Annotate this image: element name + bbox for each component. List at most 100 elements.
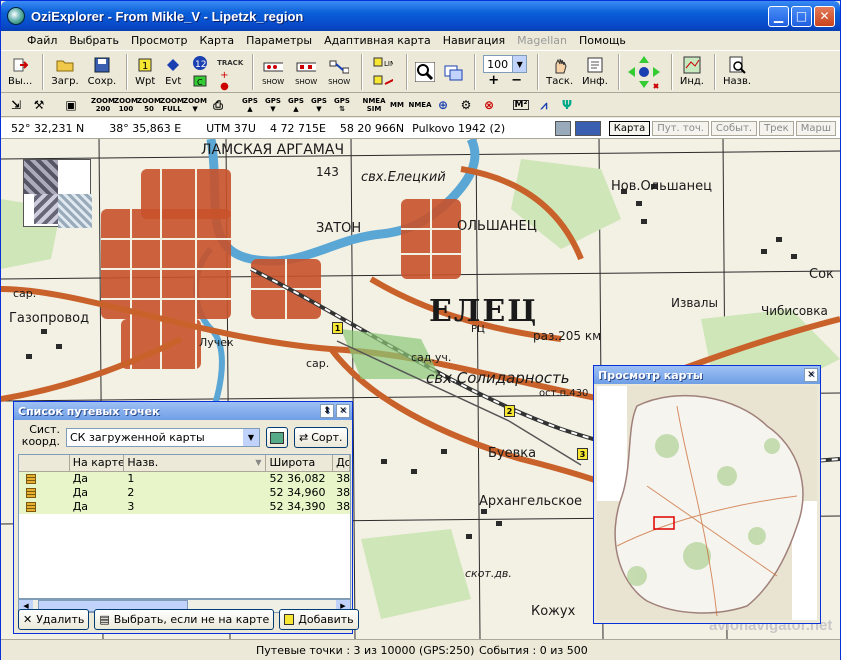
menu-file[interactable]: Файл xyxy=(21,34,63,47)
maximize-button[interactable]: □ xyxy=(791,5,812,27)
event-button[interactable]: Evt xyxy=(161,52,185,92)
task-button[interactable]: Таск. xyxy=(543,52,576,92)
zoom-out-icon[interactable]: − xyxy=(511,73,522,88)
exit-button[interactable]: Вы... xyxy=(5,52,35,92)
menu-settings[interactable]: Параметры xyxy=(240,34,318,47)
preview-close-button[interactable]: ✕ xyxy=(804,368,818,382)
menu-select[interactable]: Выбрать xyxy=(63,34,125,47)
names-button[interactable]: Назв. xyxy=(720,52,754,92)
column-header-onmap[interactable]: На карте xyxy=(70,455,125,471)
zoom-tool-button[interactable] xyxy=(412,52,438,92)
preview-panel-titlebar[interactable]: Просмотр карты ✕ xyxy=(594,366,820,384)
column-header-lat[interactable]: Широта xyxy=(266,455,334,471)
tab-events[interactable]: Событ. xyxy=(710,120,758,136)
pan-control[interactable] xyxy=(624,52,664,92)
gps-down-button[interactable]: GPS ▼ xyxy=(262,95,284,115)
close-button[interactable]: ✕ xyxy=(814,5,835,27)
waypoint-panel-titlebar[interactable]: Список путевых точек ⇕ ✕ xyxy=(14,402,352,420)
zoom-level-control: 100 ▼ + − xyxy=(480,52,530,92)
delete-button[interactable]: ✕ Удалить xyxy=(18,609,90,630)
map-window-icon: ▣ xyxy=(65,97,77,112)
menu-adaptive-map[interactable]: Адаптивная карта xyxy=(318,34,437,47)
map-preview-panel: Просмотр карты ✕ xyxy=(593,365,821,624)
nmea-sim-button[interactable]: NMEA SIM xyxy=(362,95,385,115)
gps-up2-button[interactable]: GPS ▲ xyxy=(285,95,307,115)
gps-up-button[interactable]: GPS ▲ xyxy=(239,95,261,115)
gps-down2-button[interactable]: GPS ▼ xyxy=(308,95,330,115)
panel-close-button[interactable]: ✕ xyxy=(336,404,350,418)
menu-view[interactable]: Просмотр xyxy=(125,34,193,47)
diamond-icon xyxy=(163,56,183,74)
minimize-button[interactable]: ▁ xyxy=(768,5,789,27)
gps-swap-button[interactable]: GPS ⇅ xyxy=(331,95,353,115)
tab-waypoints[interactable]: Пут. точ. xyxy=(652,120,709,136)
save-button[interactable]: Сохр. xyxy=(85,52,120,92)
show-routes-button[interactable]: SHOW xyxy=(324,52,354,92)
column-header-lon[interactable]: Дол xyxy=(333,455,350,471)
table-row[interactable]: Да 2 52 34,960 38 3 xyxy=(19,486,350,500)
menu-bar: Файл Выбрать Просмотр Карта Параметры Ад… xyxy=(1,31,840,50)
waypoint-marker[interactable]: 2 xyxy=(504,405,515,417)
index-button[interactable]: Инд. xyxy=(677,52,707,92)
track-button[interactable]: TRACK + ● xyxy=(215,52,245,92)
zoom-custom-button[interactable]: ZOOM ▼ xyxy=(183,95,207,115)
menu-map[interactable]: Карта xyxy=(193,34,240,47)
overview-thumbnail[interactable] xyxy=(23,159,92,228)
menu-help[interactable]: Помощь xyxy=(573,34,632,47)
show-wpt-button[interactable]: SHOW xyxy=(258,52,288,92)
zoom-100-button[interactable]: ZOOM 100 xyxy=(114,95,138,115)
column-header-name[interactable]: Назв. ▼ xyxy=(124,455,267,471)
print-button[interactable]: ⎙ xyxy=(207,95,229,115)
zoom-in-icon[interactable]: + xyxy=(488,73,499,88)
waypoint-list-panel: Список путевых точек ⇕ ✕ Сист. коорд. СК… xyxy=(13,401,359,634)
tools-button[interactable]: ⚒ xyxy=(28,95,50,115)
list-icon: ▤ xyxy=(99,613,110,626)
waypoint-button[interactable]: 1 Wpt xyxy=(132,52,158,92)
zoom-50-button[interactable]: ZOOM 50 xyxy=(137,95,161,115)
menu-navigation[interactable]: Навигация xyxy=(437,34,511,47)
utm-easting: 4 72 715E xyxy=(269,121,326,135)
table-row[interactable]: Да 3 52 34,390 38 3 xyxy=(19,500,350,514)
window-tool-button[interactable] xyxy=(441,52,467,92)
overview-map[interactable] xyxy=(597,386,817,620)
waypoint-marker[interactable]: 3 xyxy=(577,448,588,460)
gps-target-button[interactable]: ⊕ xyxy=(432,95,454,115)
picture-icon[interactable] xyxy=(554,120,571,136)
zoom-200-button[interactable]: ZOOM 200 xyxy=(91,95,115,115)
gps-settings-button[interactable]: ⚙ xyxy=(455,95,477,115)
column-header[interactable] xyxy=(19,455,70,471)
text-tool-button[interactable]: ⇲ xyxy=(5,95,27,115)
show-events-button[interactable]: SHOW xyxy=(291,52,321,92)
delete-x-icon: ✕ xyxy=(23,613,33,626)
wireless-button[interactable]: Ψ xyxy=(556,95,578,115)
panel-updown-button[interactable]: ⇕ xyxy=(320,404,334,418)
menu-magellan[interactable]: Magellan xyxy=(511,34,573,47)
sort-button[interactable]: ⇄ Сорт. xyxy=(294,427,348,448)
map-label: Кожух xyxy=(531,604,576,619)
waypoint-marker[interactable]: 1 xyxy=(332,322,343,334)
route-button[interactable]: 12 C xyxy=(188,52,212,92)
select-offmap-button[interactable]: ▤ Выбрать, если не на карте xyxy=(94,609,275,630)
save-view-icon[interactable] xyxy=(574,120,601,136)
zoom-level-select[interactable]: 100 ▼ xyxy=(483,55,528,73)
tab-map[interactable]: Карта xyxy=(608,120,651,136)
nmea-button[interactable]: NMEA xyxy=(408,95,431,115)
magnifier-icon xyxy=(415,61,436,82)
add-button[interactable]: Добавить xyxy=(279,609,359,630)
map-label: Извалы xyxy=(671,296,718,310)
title-bar[interactable]: OziExplorer - From Mikle_V - Lipetzk_reg… xyxy=(1,1,840,31)
tab-track[interactable]: Трек xyxy=(759,120,794,136)
map-window-button[interactable]: ▣ xyxy=(60,95,82,115)
mm-button[interactable]: MM xyxy=(386,95,408,115)
line-tools-button[interactable]: LINE xyxy=(367,52,399,92)
load-button[interactable]: Загр. xyxy=(48,52,81,92)
altitude-button[interactable]: ⩘ xyxy=(533,95,555,115)
coord-system-select[interactable]: СК загруженной карты ▼ xyxy=(66,428,260,447)
info-button[interactable]: Инф. xyxy=(579,52,611,92)
table-row[interactable]: Да 1 52 36,082 38 3 xyxy=(19,472,350,486)
stop-button[interactable]: ⊗ xyxy=(478,95,500,115)
area-button[interactable]: M² xyxy=(510,95,532,115)
map-image-button[interactable] xyxy=(266,427,288,448)
tab-route[interactable]: Марш xyxy=(795,120,836,136)
zoom-full-button[interactable]: ZOOM FULL xyxy=(160,95,184,115)
